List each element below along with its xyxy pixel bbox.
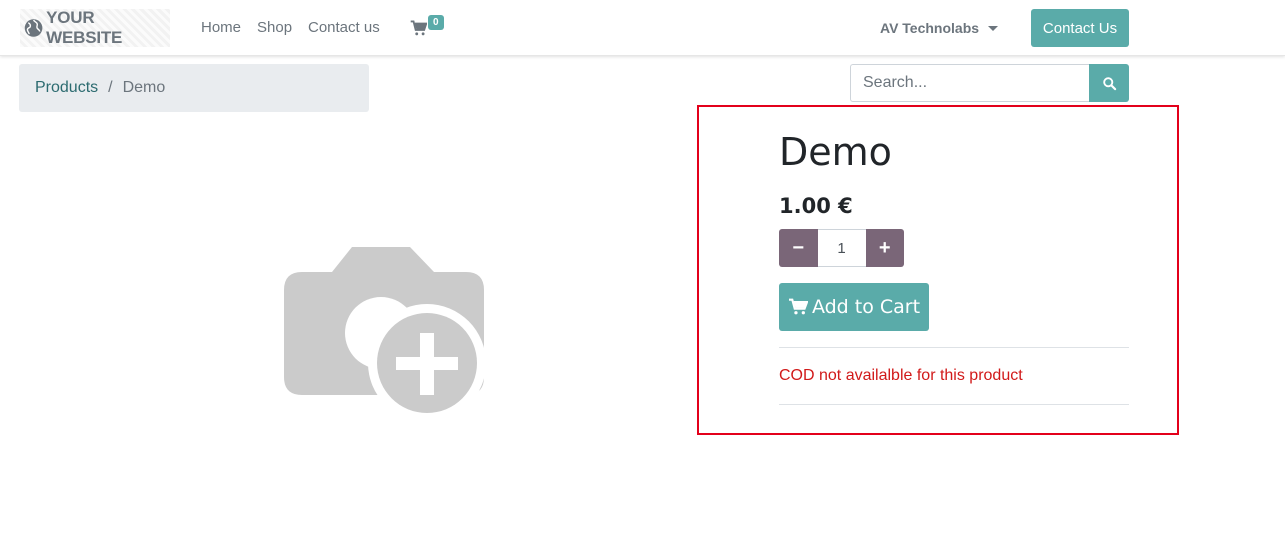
search-button[interactable] [1089,64,1129,102]
product-price: 1.00 € [779,194,853,218]
nav-home[interactable]: Home [201,19,241,36]
quantity-stepper: − + [779,229,904,267]
highlight-frame [697,105,1179,435]
product-search [850,64,1129,102]
caret-down-icon [988,25,999,31]
camera-add-icon [284,247,486,422]
add-to-cart-button[interactable]: Add to Cart [779,283,929,331]
breadcrumb-products-link[interactable]: Products [35,79,98,97]
globe-icon [24,19,43,37]
contact-us-button[interactable]: Contact Us [1031,9,1129,47]
brand-text: YOUR WEBSITE [46,8,123,47]
shopping-cart-icon [410,20,428,36]
product-title: Demo [779,130,892,174]
shopping-cart-icon [788,298,808,315]
divider [779,347,1129,348]
breadcrumb-current: Demo [122,79,166,96]
nav-contact-us[interactable]: Contact us [308,19,380,36]
cart-link[interactable]: 0 [410,15,444,42]
add-to-cart-label: Add to Cart [811,296,921,318]
account-name: AV Technolabs [880,20,980,36]
breadcrumb: Products / Demo [19,64,369,112]
divider [779,404,1129,405]
quantity-increase-button[interactable]: + [865,229,904,267]
brand-logo[interactable]: YOUR WEBSITE [20,8,170,47]
breadcrumb-separator: / [108,79,113,96]
search-icon [1102,76,1116,90]
cod-availability-note: COD not availalble for this product [779,367,1023,384]
top-navbar: YOUR WEBSITE Home Shop Contact us 0 AV T… [0,0,1285,56]
product-image[interactable] [284,247,486,423]
search-input[interactable] [850,64,1089,102]
account-dropdown[interactable]: AV Technolabs [880,20,999,36]
quantity-input[interactable] [817,229,866,267]
cart-count-badge: 0 [428,15,444,30]
quantity-decrease-button[interactable]: − [779,229,818,267]
nav-shop[interactable]: Shop [257,19,292,36]
